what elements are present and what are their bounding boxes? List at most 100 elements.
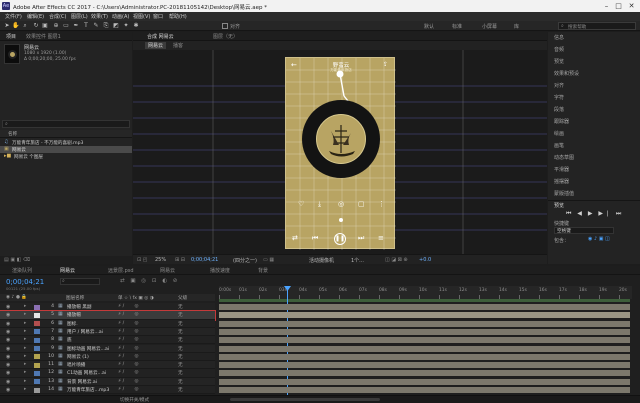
panel-brushes[interactable]: 画笔 [554, 142, 564, 149]
eye-icon[interactable]: ◉ [6, 362, 10, 368]
expand-arrow-icon[interactable]: ▸ [24, 346, 26, 351]
tab-timeline-3[interactable]: 网易云 [160, 267, 175, 274]
workspace-default[interactable]: 默认 [424, 23, 434, 30]
expand-arrow-icon[interactable]: ▸ [24, 387, 26, 392]
close-button[interactable]: ✕ [627, 2, 636, 10]
frame-icons[interactable]: ⊞ ⊟ [175, 257, 185, 263]
region-icons[interactable]: ▭ ▦ [263, 257, 274, 263]
expand-arrow-icon[interactable]: ▸ [24, 354, 26, 359]
label-color[interactable] [34, 354, 40, 360]
minimize-button[interactable]: – [602, 2, 611, 10]
playback-controls[interactable]: ⏮ ◀ ▶ ▶❘ ⏭ [566, 210, 623, 218]
label-color[interactable] [34, 379, 40, 385]
clone-tool-icon[interactable]: ⎘ [102, 22, 110, 30]
timeline-timecode[interactable]: 0;00;04;21 [6, 278, 44, 286]
layer-switches[interactable]: ⚡ / ◎ [118, 346, 138, 351]
layer-name[interactable]: 网易云 (1) [67, 354, 113, 360]
layer-duration-bar[interactable] [219, 345, 630, 352]
layer-parent-select[interactable]: 无 [178, 354, 183, 360]
panel-info[interactable]: 信息 [554, 34, 564, 41]
views-select[interactable]: 1个... [351, 257, 364, 264]
menu-effect[interactable]: 效果(T) [91, 13, 108, 20]
layer-switches[interactable]: ⚡ / ◎ [118, 370, 138, 375]
layer-switches[interactable]: ⚡ / ◎ [118, 379, 138, 384]
project-item[interactable]: ♫ 万能青年旅店 - 不万能的喜剧.mp3 [0, 139, 132, 146]
eye-icon[interactable]: ◉ [6, 337, 10, 343]
timeline-toggles[interactable]: ⇄ ▣ ◎ ⊡ ◐ ⊘ [120, 278, 179, 284]
layer-parent-select[interactable]: 无 [178, 346, 183, 352]
maximize-button[interactable]: □ [614, 2, 623, 10]
layer-parent-select[interactable]: 无 [178, 387, 183, 393]
layer-switches[interactable]: ⚡ / ◎ [118, 362, 138, 367]
eye-icon[interactable]: ◉ [6, 370, 10, 376]
layer-switches[interactable]: ⚡ / ◎ [118, 304, 138, 309]
layer-duration-bar[interactable] [219, 353, 630, 360]
layer-name[interactable]: C1动画 网易云...ai [67, 370, 113, 376]
menu-file[interactable]: 文件(F) [5, 13, 22, 20]
rotate-tool-icon[interactable]: ↻ [32, 22, 40, 30]
label-color[interactable] [34, 329, 40, 335]
magnification-icon[interactable]: ⊡ ◰ [137, 257, 148, 263]
layer-row[interactable]: ◉ ▸ 13 ▦ 背景 网易云.ai ⚡ / ◎ 无 [0, 377, 215, 386]
rectangle-tool-icon[interactable]: ▭ [62, 22, 70, 30]
zoom-level[interactable]: 25% [155, 257, 166, 263]
layer-row[interactable]: ◉ ▸ 11 ▦ 唱片喷播 ⚡ / ◎ 无 [0, 361, 215, 370]
layer-name[interactable]: 播放帽 [67, 312, 113, 318]
layer-name[interactable]: 图标. [67, 321, 113, 327]
workspace-small-screen[interactable]: 小屏幕 [482, 23, 497, 30]
eye-icon[interactable]: ◉ [6, 304, 10, 310]
expand-arrow-icon[interactable]: ▸ [24, 304, 26, 309]
eye-icon[interactable]: ◉ [6, 312, 10, 318]
layer-switches[interactable]: ⚡ / ◎ [118, 312, 138, 317]
layer-parent-select[interactable]: 无 [178, 304, 183, 310]
footer-icons[interactable]: ▤ ▣ ◧ ⌫ [4, 257, 30, 263]
project-item[interactable]: ▸■ 网易云 个图层 [0, 153, 132, 160]
layer-name[interactable]: 播放帽 黑副 [67, 304, 113, 310]
time-ruler[interactable]: 0:00s 01s 02s 03s 04s 05s 06s 07s 08s 09s 10s 11s 12… [219, 286, 632, 299]
expand-arrow-icon[interactable]: ▸ [24, 362, 26, 367]
layer-parent-select[interactable]: 无 [178, 312, 183, 318]
puppet-tool-icon[interactable]: ✱ [132, 22, 140, 30]
expand-arrow-icon[interactable]: ▸ [24, 370, 26, 375]
layer-name[interactable]: 背景 网易云.ai [67, 379, 113, 385]
panel-character[interactable]: 字符 [554, 94, 564, 101]
tab-timeline-2[interactable]: 远景层.psd [108, 267, 134, 274]
expand-arrow-icon[interactable]: ▸ [24, 329, 26, 334]
eye-icon[interactable]: ◉ [6, 379, 10, 385]
layer-parent-select[interactable]: 无 [178, 370, 183, 376]
menu-composition[interactable]: 合成(C) [49, 13, 66, 20]
brush-tool-icon[interactable]: ✎ [92, 22, 100, 30]
tab-project[interactable]: 项目 [6, 33, 16, 40]
comp-breadcrumb[interactable]: 网易云 [145, 42, 167, 49]
layer-row[interactable]: ◉ ▸ 9 ▦ 图标动画 网易云...ai ⚡ / ◎ 无 [0, 344, 215, 353]
layer-duration-bar[interactable] [219, 304, 630, 310]
workspace-library[interactable]: 库 [514, 23, 519, 30]
include-toggles[interactable]: ◉ ♪ ▣ ◫ [588, 236, 610, 242]
column-layer-name[interactable]: 图层名称 [66, 295, 84, 301]
tab-timeline-active[interactable]: 网易云 [60, 267, 75, 274]
layer-name[interactable]: 万能青年旅店...mp3 [67, 387, 113, 393]
resolution-select[interactable]: (四分之一) [233, 257, 257, 264]
column-name[interactable]: 名称 [8, 131, 17, 137]
expand-arrow-icon[interactable]: ▸ [24, 379, 26, 384]
layer-parent-select[interactable]: 无 [178, 379, 183, 385]
snap-checkbox[interactable] [222, 23, 228, 29]
expand-arrow-icon[interactable]: ▸ [24, 321, 26, 326]
layer-name[interactable]: 图标动画 网易云...ai [67, 346, 113, 352]
eye-icon[interactable]: ◉ [6, 387, 10, 393]
work-area-bar[interactable] [219, 299, 630, 302]
tab-composition[interactable]: 合成 网易云 [147, 33, 174, 40]
hand-tool-icon[interactable]: ✋ [12, 22, 20, 30]
layer-row[interactable]: ◉ ▸ 6 ▦ 图标. ⚡ / ◎ 无 [0, 319, 215, 328]
label-color[interactable] [34, 362, 40, 368]
layer-duration-bar[interactable] [219, 370, 630, 377]
menu-view[interactable]: 视图(V) [133, 13, 150, 20]
help-search-input[interactable]: ⌕ 搜索帮助 [558, 22, 636, 30]
zoom-slider[interactable] [230, 398, 380, 401]
eye-icon[interactable]: ◉ [6, 321, 10, 327]
camera-tool-icon[interactable]: ▣ [41, 22, 49, 30]
current-time[interactable]: 0;00;04;21 [191, 257, 218, 263]
layer-row[interactable]: ◉ ▸ 4 ▦ 播放帽 黑副 ⚡ / ◎ 无 [0, 303, 215, 312]
workspace-standard[interactable]: 标准 [452, 23, 462, 30]
layer-row[interactable]: ◉ ▸ 8 ▦ 底 ⚡ / ◎ 无 [0, 336, 215, 345]
